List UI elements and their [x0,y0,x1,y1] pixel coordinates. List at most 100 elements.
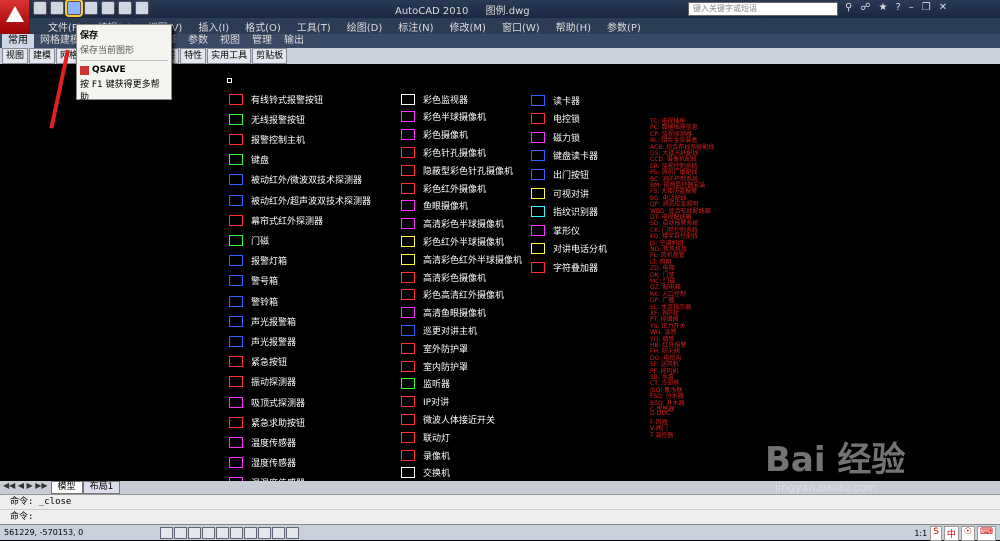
legend-item[interactable]: 声光报警器 [229,333,296,349]
lweight-toggle[interactable] [272,526,285,539]
command-input[interactable]: 命令: [0,510,1000,525]
menu-item[interactable]: 工具(T) [289,18,339,34]
save-icon[interactable] [65,0,83,17]
legend-item[interactable]: 警号箱 [229,273,278,289]
legend-item[interactable]: 温度传感器 [229,434,296,450]
legend-item[interactable]: 被动红外/超声波双技术探测器 [229,192,371,208]
favorites-icon[interactable]: ★ [878,2,887,13]
menu-item[interactable]: 参数(P) [599,18,649,34]
subscription-icon[interactable]: ☍ [860,2,870,13]
legend-item[interactable]: 报警控制主机 [229,131,305,147]
legend-item[interactable]: 吸顶式探测器 [229,394,305,410]
grid-toggle[interactable] [174,526,187,539]
legend-item[interactable]: 无线报警按钮 [229,111,305,127]
legend-item[interactable]: 彩色摄像机 [401,127,468,143]
help-icon[interactable]: ? [895,2,900,13]
legend-item[interactable]: IP对讲 [401,394,449,410]
legend-item[interactable]: 高清鱼眼摄像机 [401,305,486,321]
legend-item[interactable]: 彩色红外半球摄像机 [401,233,504,249]
menu-item[interactable]: 插入(I) [190,18,237,34]
ribbon-tab[interactable]: 视图 [214,34,246,48]
ribbon-tab[interactable]: 输出 [278,34,310,48]
drawing-canvas[interactable]: 有线铃式报警按钮 无线报警按钮 报警控制主机 键盘被动红外/微波双技术探测器 被动红外/… [0,64,1000,481]
legend-item[interactable]: 出门按钮 [531,166,589,182]
tab-nav-arrows[interactable]: ◀◀ ◀ ▶ ▶▶ [0,481,51,494]
legend-item[interactable]: 读卡器 [531,92,580,108]
menu-item[interactable]: 修改(M) [442,18,494,34]
ime-keyboard-icon[interactable]: ⌨ [977,526,996,541]
legend-item[interactable]: 有线铃式报警按钮 [229,91,323,107]
legend-item[interactable]: 室外防护罩 [401,340,468,356]
legend-item[interactable]: 彩色针孔摄像机 [401,144,486,160]
command-window[interactable]: 命令: _close 命令: [0,494,1000,525]
menu-item[interactable]: 绘图(D) [339,18,391,34]
ime-chinese-toggle[interactable]: 中 [943,526,959,541]
ribbon-panel-button[interactable]: 视图 [2,48,29,64]
legend-item[interactable]: 幕帘式红外探测器 [229,212,323,228]
legend-item[interactable]: 彩色红外摄像机 [401,180,486,196]
legend-item[interactable]: 可视对讲 [531,185,589,201]
legend-item[interactable]: 彩色半球摄像机 [401,109,486,125]
legend-item[interactable]: 室内防护罩 [401,358,468,374]
search-input[interactable]: 键入关键字或短语 [688,2,838,16]
tab-layout1[interactable]: 布局1 [82,481,121,494]
legend-item[interactable]: 报警灯箱 [229,253,287,269]
annotation-scale[interactable]: 1:1 [914,529,927,538]
legend-item[interactable]: 彩色监视器 [401,91,468,107]
legend-item[interactable]: 振动探测器 [229,374,296,390]
close-button[interactable]: ✕ [939,2,947,13]
open-file-icon[interactable] [50,1,64,15]
minimize-button[interactable]: – [909,2,914,13]
ortho-toggle[interactable] [188,526,201,539]
snap-toggle[interactable] [160,526,173,539]
ribbon-tab[interactable]: 常用 [2,34,34,48]
binoculars-icon[interactable]: ⚲ [845,2,852,13]
menu-item[interactable]: 标注(N) [390,18,441,34]
undo-icon[interactable] [84,1,98,15]
legend-item[interactable]: 交换机 [401,465,450,481]
ribbon-tab[interactable]: 管理 [246,34,278,48]
legend-item[interactable]: 联动灯 [401,429,450,445]
legend-item[interactable]: 声光报警箱 [229,313,296,329]
legend-item[interactable]: 磁力锁 [531,129,580,145]
legend-item[interactable]: 被动红外/微波双技术探测器 [229,172,362,188]
polar-toggle[interactable] [202,526,215,539]
legend-item[interactable]: 隐蔽型彩色针孔摄像机 [401,162,513,178]
ducs-toggle[interactable] [244,526,257,539]
legend-item[interactable]: 巡更对讲主机 [401,322,477,338]
legend-item[interactable]: 微波人体接近开关 [401,411,495,427]
osnap-toggle[interactable] [216,526,229,539]
legend-item[interactable]: 门磁 [229,232,269,248]
legend-item[interactable]: 鱼眼摄像机 [401,198,468,214]
ime-punct-icon[interactable]: ☉ [960,526,975,541]
menu-item[interactable]: 帮助(H) [548,18,599,34]
legend-item[interactable]: 指纹识别器 [531,204,598,220]
legend-item[interactable]: 彩色高清红外摄像机 [401,287,504,303]
legend-item[interactable]: 高清彩色半球摄像机 [401,216,504,232]
tab-model[interactable]: 模型 [50,481,83,494]
new-file-icon[interactable] [33,1,47,15]
plot-icon[interactable] [118,1,132,15]
ribbon-panel-button[interactable]: 特性 [180,48,207,64]
legend-item[interactable]: 高清彩色红外半球摄像机 [401,251,522,267]
legend-item[interactable]: 紧急求助按钮 [229,414,305,430]
menu-item[interactable]: 格式(O) [237,18,289,34]
redo-icon[interactable] [101,1,115,15]
legend-item[interactable]: 监听器 [401,376,450,392]
restore-button[interactable]: ❐ [922,2,931,13]
legend-item[interactable]: 高清彩色摄像机 [401,269,486,285]
legend-item[interactable]: 湿度传感器 [229,455,296,471]
ribbon-panel-button[interactable]: 建模 [29,48,56,64]
legend-item[interactable]: 对讲电话分机 [531,241,607,257]
legend-item[interactable]: 电控锁 [531,111,580,127]
legend-item[interactable]: 掌形仪 [531,222,580,238]
legend-item[interactable]: 录像机 [401,447,450,463]
menu-item[interactable]: 窗口(W) [494,18,548,34]
qp-toggle[interactable] [286,526,299,539]
otrack-toggle[interactable] [230,526,243,539]
ime-logo-icon[interactable]: S [930,526,942,541]
ribbon-panel-button[interactable]: 实用工具 [207,48,252,64]
legend-item[interactable]: 键盘 [229,152,269,168]
dyn-toggle[interactable] [258,526,271,539]
app-menu-button[interactable] [0,0,30,34]
